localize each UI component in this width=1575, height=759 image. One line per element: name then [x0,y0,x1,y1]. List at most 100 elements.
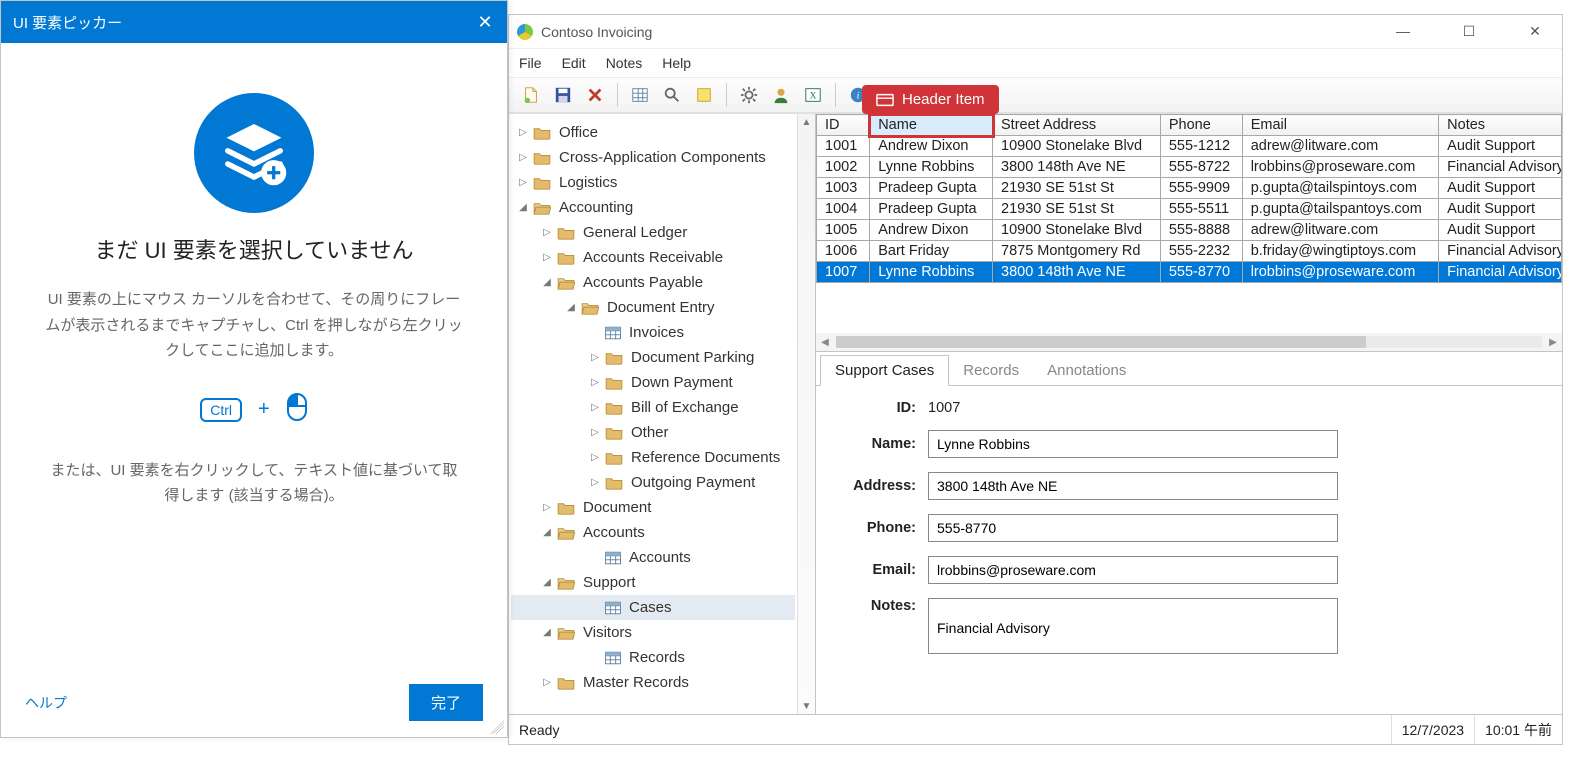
table-row[interactable]: 1003Pradeep Gupta21930 SE 51st St555-990… [817,178,1562,199]
info-icon[interactable]: i [844,81,872,109]
tree-item[interactable]: ▷Bill of Exchange [511,395,795,420]
scroll-left-icon[interactable]: ◀ [816,337,834,348]
minimize-icon[interactable]: — [1380,23,1426,40]
delete-icon[interactable] [581,81,609,109]
table-row[interactable]: 1006Bart Friday7875 Montgomery Rd555-223… [817,241,1562,262]
tab-records[interactable]: Records [949,356,1033,385]
tree-item[interactable]: ◢Document Entry [511,295,795,320]
tree-item[interactable]: ◢Accounting [511,195,795,220]
tree-item[interactable]: ▷Accounts Receivable [511,245,795,270]
tree-item[interactable]: Invoices [511,320,795,345]
tree-item[interactable]: Records [511,645,795,670]
tree-item[interactable]: Accounts [511,545,795,570]
scroll-up-icon[interactable]: ▲ [798,114,815,130]
column-header-address[interactable]: Street Address [993,115,1161,136]
column-header-phone[interactable]: Phone [1160,115,1242,136]
expand-icon[interactable]: ▷ [541,227,553,238]
new-file-icon[interactable] [517,81,545,109]
note-icon[interactable] [690,81,718,109]
gear-icon[interactable] [735,81,763,109]
expand-icon[interactable]: ▷ [541,502,553,513]
tree-item[interactable]: ▷Master Records [511,670,795,695]
grid-hscrollbar[interactable]: ◀ ▶ [816,333,1562,351]
tree-item[interactable]: ▷General Ledger [511,220,795,245]
tree-item[interactable]: ◢Accounts [511,520,795,545]
expand-icon[interactable]: ◢ [541,577,553,588]
menu-file[interactable]: File [519,55,542,71]
phone-field[interactable] [928,514,1338,542]
expand-icon[interactable]: ▷ [589,452,601,463]
tree-item[interactable]: ▷Other [511,420,795,445]
tree-item-label: Visitors [583,624,632,641]
tab-support-cases[interactable]: Support Cases [820,355,949,386]
tree-item[interactable]: ▷Logistics [511,170,795,195]
expand-icon[interactable]: ▷ [517,177,529,188]
expand-icon[interactable]: ▷ [589,477,601,488]
menubar: File Edit Notes Help [509,49,1562,77]
user-icon[interactable] [767,81,795,109]
table-row[interactable]: 1002Lynne Robbins3800 148th Ave NE555-87… [817,157,1562,178]
tree-item[interactable]: ◢Accounts Payable [511,270,795,295]
expand-icon[interactable]: ◢ [565,302,577,313]
cell-phone: 555-1212 [1160,136,1242,157]
scroll-down-icon[interactable]: ▼ [798,698,815,714]
cell-address: 3800 148th Ave NE [993,157,1161,178]
tree-item[interactable]: Cases [511,595,795,620]
maximize-icon[interactable]: ☐ [1446,23,1492,40]
tree-item[interactable]: ▷Document Parking [511,345,795,370]
menu-help[interactable]: Help [662,55,691,71]
address-field[interactable] [928,472,1338,500]
table-icon[interactable] [626,81,654,109]
help-link[interactable]: ヘルプ [25,693,67,713]
expand-icon[interactable]: ▷ [589,352,601,363]
scroll-right-icon[interactable]: ▶ [1544,337,1562,348]
expand-icon[interactable]: ▷ [589,402,601,413]
table-row[interactable]: 1004Pradeep Gupta21930 SE 51st St555-551… [817,199,1562,220]
email-field[interactable] [928,556,1338,584]
tree-item[interactable]: ▷Outgoing Payment [511,470,795,495]
cell-name: Lynne Robbins [870,157,993,178]
search-icon[interactable] [658,81,686,109]
tree-item[interactable]: ▷Document [511,495,795,520]
tree-item[interactable]: ◢Support [511,570,795,595]
expand-icon[interactable]: ◢ [541,627,553,638]
folder-icon [605,376,623,390]
save-icon[interactable] [549,81,577,109]
menu-edit[interactable]: Edit [562,55,586,71]
cell-email: lrobbins@proseware.com [1242,157,1438,178]
done-button[interactable]: 完了 [409,684,483,721]
tree-item[interactable]: ▷Cross-Application Components [511,145,795,170]
expand-icon[interactable]: ◢ [517,202,529,213]
contoso-invoicing-window: Contoso Invoicing — ☐ ✕ File Edit Notes … [508,14,1563,745]
excel-icon[interactable]: X [799,81,827,109]
tree-item[interactable]: ▷Down Payment [511,370,795,395]
expand-icon[interactable]: ▷ [589,377,601,388]
column-header-notes[interactable]: Notes [1439,115,1562,136]
expand-icon[interactable]: ▷ [541,677,553,688]
expand-icon[interactable]: ▷ [541,252,553,263]
expand-icon[interactable]: ▷ [517,152,529,163]
name-field[interactable] [928,430,1338,458]
tree-item[interactable]: ▷ Office [511,120,795,145]
expand-icon[interactable]: ▷ [589,427,601,438]
resize-grip[interactable] [490,720,504,734]
menu-notes[interactable]: Notes [606,55,643,71]
notes-field[interactable] [928,598,1338,654]
tree-item-label: Office [559,124,598,141]
expand-icon[interactable]: ◢ [541,277,553,288]
column-header-name[interactable]: Name [870,115,993,136]
tab-annotations[interactable]: Annotations [1033,356,1140,385]
table-row[interactable]: 1005Andrew Dixon10900 Stonelake Blvd555-… [817,220,1562,241]
tree-item[interactable]: ▷Reference Documents [511,445,795,470]
column-header-id[interactable]: ID [817,115,870,136]
column-header-email[interactable]: Email [1242,115,1438,136]
window-close-icon[interactable]: ✕ [1512,23,1558,40]
table-row[interactable]: 1001Andrew Dixon10900 Stonelake Blvd555-… [817,136,1562,157]
tree-scrollbar[interactable]: ▲ ▼ [797,114,815,714]
picker-title: UI 要素ピッカー [13,12,122,33]
tree-item[interactable]: ◢ Visitors [511,620,795,645]
expand-icon[interactable]: ▷ [517,127,529,138]
table-row[interactable]: 1007Lynne Robbins3800 148th Ave NE555-87… [817,262,1562,283]
close-icon[interactable]: ✕ [475,12,495,33]
expand-icon[interactable]: ◢ [541,527,553,538]
